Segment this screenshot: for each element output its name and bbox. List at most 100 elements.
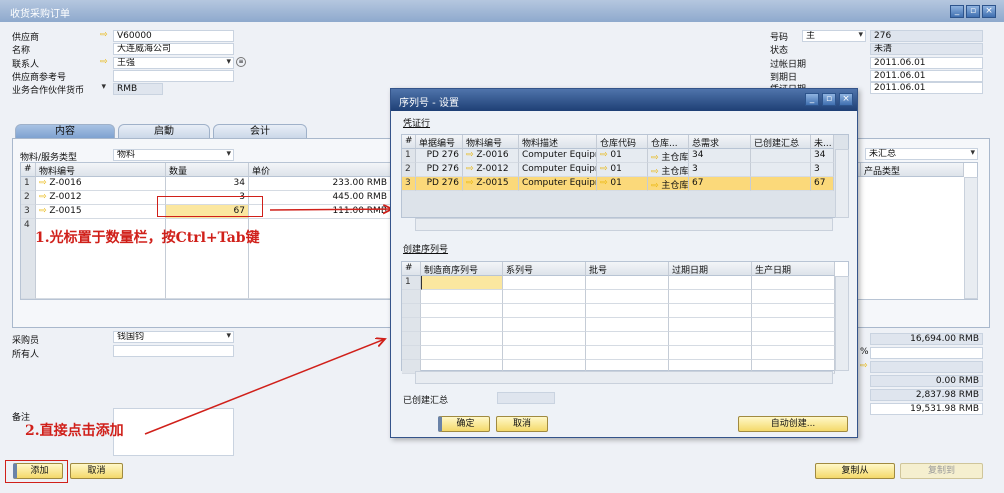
col-header-total-created[interactable]: 已创建汇总 [751, 135, 811, 149]
link-arrow-icon[interactable]: ⇨ [651, 181, 661, 190]
empty-cell[interactable] [421, 290, 503, 304]
description-cell[interactable]: Computer Equipmer [519, 149, 597, 163]
empty-cell[interactable] [421, 318, 503, 332]
whs-name-cell[interactable]: ⇨ 主仓库 [648, 163, 689, 177]
link-arrow-icon[interactable]: ⇨ [600, 164, 610, 174]
doc-lines-hscrollbar[interactable] [415, 218, 833, 231]
col-header-lot[interactable]: 批号 [586, 262, 669, 276]
link-arrow-icon[interactable]: ⇨ [651, 167, 661, 176]
empty-cell[interactable] [503, 318, 586, 332]
empty-cell[interactable] [669, 318, 752, 332]
link-arrow-icon[interactable]: ⇨ [600, 178, 610, 188]
dialog-cancel-button[interactable]: 取消 [496, 416, 548, 432]
link-arrow-icon[interactable]: ⇨ [600, 150, 610, 160]
whs-name-cell[interactable]: ⇨ 主仓库 [648, 149, 689, 163]
empty-cell[interactable] [752, 318, 835, 332]
empty-cell[interactable] [669, 290, 752, 304]
empty-cell[interactable] [586, 318, 669, 332]
cell-text: 01 [610, 164, 622, 174]
empty-cell[interactable] [669, 346, 752, 360]
empty-cell[interactable] [669, 332, 752, 346]
dialog-maximize-button[interactable]: ▫ [822, 93, 836, 106]
total-needed-cell[interactable]: 67 [689, 177, 751, 191]
serial-no-cell[interactable] [503, 276, 586, 290]
col-header-total-needed[interactable]: 总需求 [689, 135, 751, 149]
empty-cell[interactable] [421, 304, 503, 318]
col-header-mfg-date[interactable]: 生产日期 [752, 262, 835, 276]
empty-cell[interactable] [503, 346, 586, 360]
serial-hscrollbar[interactable] [415, 371, 833, 384]
cell-text: 3 [405, 178, 411, 188]
expiry-cell[interactable] [669, 276, 752, 290]
auto-create-button[interactable]: 自动创建... [738, 416, 848, 432]
lot-cell[interactable] [586, 276, 669, 290]
total-needed-cell[interactable]: 34 [689, 149, 751, 163]
cell-text: 主仓库 [661, 167, 689, 177]
link-arrow-icon[interactable]: ⇨ [466, 178, 476, 188]
col-header-serial-no[interactable]: 系列号 [503, 262, 586, 276]
serial-vscrollbar[interactable] [835, 276, 849, 371]
dialog-close-button[interactable]: × [839, 93, 853, 106]
empty-cell[interactable] [669, 304, 752, 318]
col-header-open[interactable]: 未... [811, 135, 834, 149]
total-created-cell[interactable] [751, 163, 811, 177]
empty-cell[interactable] [503, 332, 586, 346]
doc-no-cell[interactable]: PD 276 [416, 163, 463, 177]
empty-cell[interactable] [503, 290, 586, 304]
link-arrow-icon[interactable]: ⇨ [466, 150, 476, 160]
col-header-description[interactable]: 物料描述 [519, 135, 597, 149]
doc-lines-vscrollbar[interactable] [835, 149, 849, 218]
row-number [402, 332, 421, 346]
col-header-whs-name[interactable]: 仓库... [648, 135, 689, 149]
col-header-mfr-serial[interactable]: 制造商序列号 [421, 262, 503, 276]
empty-cell[interactable] [752, 290, 835, 304]
ok-button[interactable]: 确定 [438, 416, 490, 432]
item-no-cell[interactable]: ⇨ Z-0016 [463, 149, 519, 163]
created-total-label: 已创建汇总 [403, 396, 449, 406]
dialog-minimize-button[interactable]: _ [805, 93, 819, 106]
dialog-title: 序列号 - 设置 [399, 98, 459, 109]
whs-name-cell[interactable]: ⇨ 主仓库 [648, 177, 689, 191]
description-cell[interactable]: Computer Equipmer [519, 177, 597, 191]
link-arrow-icon[interactable]: ⇨ [466, 164, 476, 174]
empty-cell[interactable] [752, 332, 835, 346]
cell-text: 01 [610, 178, 622, 188]
empty-cell[interactable] [752, 304, 835, 318]
whs-code-cell[interactable]: ⇨ 01 [597, 177, 648, 191]
mfr-serial-input[interactable] [421, 276, 503, 290]
cell-text: 67 [814, 178, 826, 188]
item-no-cell[interactable]: ⇨ Z-0012 [463, 163, 519, 177]
cell-text: 34 [692, 150, 704, 160]
empty-cell[interactable] [421, 346, 503, 360]
serial-numbers-dialog: 序列号 - 设置 _ ▫ × 凭证行 # 单据编号 物料编号 物料描述 仓库代码… [390, 88, 858, 438]
row-number: 1 [402, 276, 421, 290]
doc-no-cell[interactable]: PD 276 [416, 177, 463, 191]
total-created-cell[interactable] [751, 149, 811, 163]
empty-cell[interactable] [586, 304, 669, 318]
empty-cell[interactable] [752, 346, 835, 360]
item-no-cell[interactable]: ⇨ Z-0015 [463, 177, 519, 191]
col-header-num: # [402, 262, 421, 276]
empty-cell[interactable] [586, 332, 669, 346]
open-qty-cell[interactable]: 67 [811, 177, 834, 191]
col-header-item-no[interactable]: 物料编号 [463, 135, 519, 149]
open-qty-cell[interactable]: 3 [811, 163, 834, 177]
col-header-expiry[interactable]: 过期日期 [669, 262, 752, 276]
whs-code-cell[interactable]: ⇨ 01 [597, 163, 648, 177]
doc-no-cell[interactable]: PD 276 [416, 149, 463, 163]
row-number [402, 346, 421, 360]
link-arrow-icon[interactable]: ⇨ [651, 153, 661, 162]
col-header-whs-code[interactable]: 仓库代码 [597, 135, 648, 149]
total-created-cell[interactable] [751, 177, 811, 191]
empty-cell[interactable] [503, 304, 586, 318]
open-qty-cell[interactable]: 34 [811, 149, 834, 163]
whs-code-cell[interactable]: ⇨ 01 [597, 149, 648, 163]
total-needed-cell[interactable]: 3 [689, 163, 751, 177]
empty-cell[interactable] [586, 290, 669, 304]
empty-cell[interactable] [421, 332, 503, 346]
mfg-date-cell[interactable] [752, 276, 835, 290]
cell-text: 01 [610, 150, 622, 160]
description-cell[interactable]: Computer Equipmer [519, 163, 597, 177]
empty-cell[interactable] [586, 346, 669, 360]
col-header-doc-no[interactable]: 单据编号 [416, 135, 463, 149]
